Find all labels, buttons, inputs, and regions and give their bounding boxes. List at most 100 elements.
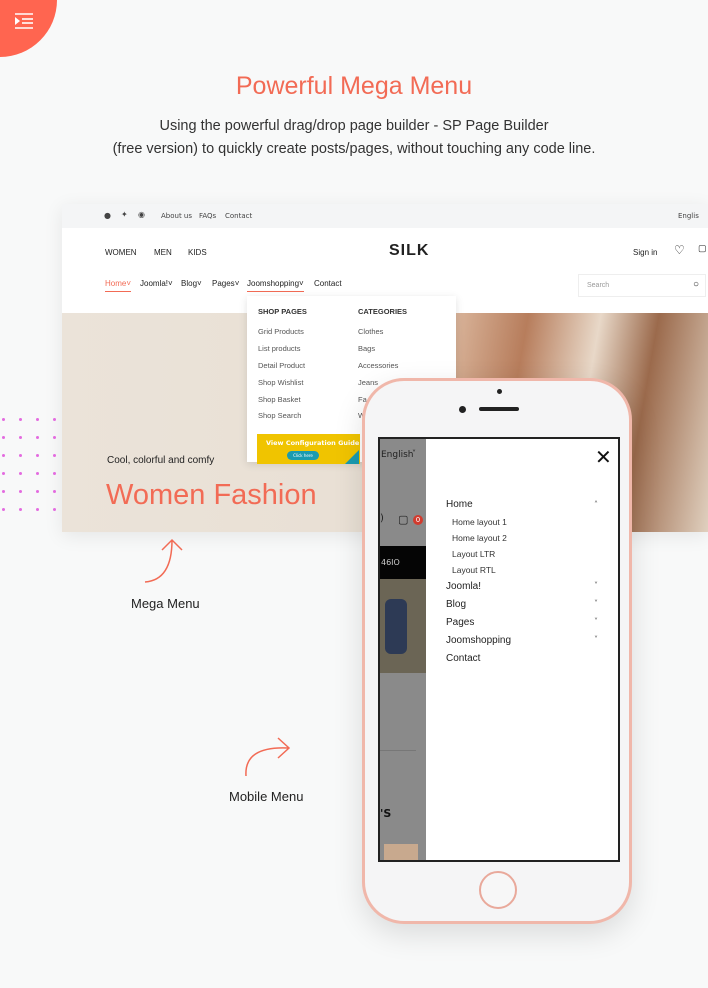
main-nav-pages-label: Pages (212, 279, 235, 288)
hero-tagline: Cool, colorful and comfy (107, 455, 215, 466)
dot (2, 436, 5, 439)
dot (36, 418, 39, 421)
dot (36, 436, 39, 439)
product-thumb (384, 844, 418, 860)
mega-item[interactable]: Clothes (358, 327, 383, 336)
chevron-up-icon[interactable]: ˄ (594, 500, 598, 509)
chevron-down-icon[interactable]: ˅ (594, 599, 598, 608)
section-heading: 'S (380, 807, 392, 820)
phone-screen: English ˅ ) ▢ 0 46IO 'S ✕ Home ˄ Home la… (378, 437, 620, 862)
dot (2, 454, 5, 457)
dot (19, 436, 22, 439)
close-icon[interactable]: ✕ (595, 445, 612, 469)
language-selector[interactable]: Englis (678, 212, 699, 220)
logo[interactable]: SILK (389, 242, 429, 260)
mega-item[interactable]: List products (258, 344, 301, 353)
dot (36, 454, 39, 457)
search-input[interactable]: Search ○ (578, 274, 706, 297)
product-image (380, 579, 426, 673)
dot (53, 490, 56, 493)
mega-menu-label: Mega Menu (131, 596, 200, 611)
dot (19, 454, 22, 457)
dot (53, 454, 56, 457)
curved-arrow-up-icon (144, 538, 183, 583)
main-nav-joomshopping-label: Joomshopping (247, 279, 300, 288)
mega-item[interactable]: Shop Wishlist (258, 378, 303, 387)
dot (53, 436, 56, 439)
search-placeholder: Search (587, 282, 610, 289)
top-bar: ● ✦ ◉ About us FAQs Contact Englis (62, 204, 708, 228)
mobile-submenu-item[interactable]: Layout RTL (452, 565, 496, 575)
mobile-menu-home[interactable]: Home (446, 499, 473, 510)
topbar-link-contact[interactable]: Contact (225, 212, 252, 220)
mobile-menu-joomla[interactable]: Joomla! (446, 581, 481, 592)
page-overlay: English ˅ ) ▢ 0 46IO 'S (380, 439, 426, 860)
chevron-down-icon[interactable]: ˅ (594, 635, 598, 644)
page-title: Powerful Mega Menu (235, 72, 473, 100)
mobile-submenu-item[interactable]: Home layout 2 (452, 533, 507, 543)
topbar-link-about[interactable]: About us (161, 212, 192, 220)
phone-home-button[interactable] (479, 871, 517, 909)
main-nav-joomla-label: Joomla! (140, 279, 169, 288)
cart-icon: ▢ (398, 513, 409, 526)
chevron-down-icon: ˅ (412, 449, 416, 458)
chevron-down-icon[interactable]: ˅ (594, 617, 598, 626)
banner-title: View Configuration Guide (266, 439, 360, 447)
main-nav-pages[interactable]: Pages˅ (212, 279, 239, 288)
facebook-icon[interactable]: ● (104, 211, 111, 220)
divider (380, 750, 416, 751)
menu-indent-icon (15, 13, 33, 29)
dot (53, 418, 56, 421)
mega-item[interactable]: Shop Search (258, 411, 301, 420)
nav-kids[interactable]: KIDS (188, 248, 207, 257)
sign-in-link[interactable]: Sign in (633, 248, 657, 257)
mega-item[interactable]: Accessories (358, 361, 398, 370)
main-nav-joomla[interactable]: Joomla!˅ (140, 279, 173, 288)
mega-item[interactable]: Grid Products (258, 327, 304, 336)
mobile-menu-joomshopping[interactable]: Joomshopping (446, 635, 511, 646)
dot (53, 472, 56, 475)
mobile-submenu-item[interactable]: Layout LTR (452, 549, 495, 559)
dot (36, 472, 39, 475)
config-guide-banner[interactable]: View Configuration Guide Click here (257, 434, 360, 464)
search-icon[interactable]: ○ (693, 279, 699, 290)
main-nav-contact[interactable]: Contact (314, 279, 342, 288)
main-nav-joomshopping[interactable]: Joomshopping˅ (247, 279, 304, 292)
chevron-down-icon[interactable]: ˅ (594, 581, 598, 590)
cart-icon[interactable]: ▢ (698, 243, 707, 254)
phone-speaker (479, 407, 519, 411)
main-nav-home-label: Home (105, 279, 127, 288)
dot (36, 490, 39, 493)
main-nav-home[interactable]: Home˅ (105, 279, 132, 292)
nav-men[interactable]: MEN (154, 248, 172, 257)
dot (19, 418, 22, 421)
mega-col1-title: SHOP PAGES (258, 307, 307, 316)
wishlist-heart-icon[interactable]: ♡ (674, 243, 685, 257)
main-nav-blog-label: Blog (181, 279, 198, 288)
cart-badge: 0 (413, 515, 423, 525)
dot (2, 490, 5, 493)
curved-arrow-right-icon (245, 737, 291, 777)
dot (2, 418, 5, 421)
hero-headline: Women Fashion (106, 479, 317, 511)
wishlist-heart-icon: ) (380, 513, 384, 524)
mega-item[interactable]: Detail Product (258, 361, 305, 370)
dot (19, 472, 22, 475)
dot (19, 490, 22, 493)
mobile-menu-pages[interactable]: Pages (446, 617, 474, 628)
mobile-submenu-item[interactable]: Home layout 1 (452, 517, 507, 527)
main-nav-blog[interactable]: Blog˅ (181, 279, 202, 288)
mega-item[interactable]: Jeans (358, 378, 378, 387)
mobile-menu-contact[interactable]: Contact (446, 653, 480, 664)
nav-women[interactable]: WOMEN (105, 248, 137, 257)
banner-decoration (345, 450, 359, 464)
mobile-menu-blog[interactable]: Blog (446, 599, 466, 610)
dot (36, 508, 39, 511)
topbar-link-faqs[interactable]: FAQs (199, 212, 216, 220)
pinterest-icon[interactable]: ◉ (138, 210, 145, 219)
mega-item[interactable]: Bags (358, 344, 375, 353)
twitter-icon[interactable]: ✦ (121, 210, 128, 219)
mega-item[interactable]: Shop Basket (258, 395, 301, 404)
banner-click-button[interactable]: Click here (287, 451, 319, 460)
mobile-language-selector[interactable]: English (381, 450, 414, 460)
